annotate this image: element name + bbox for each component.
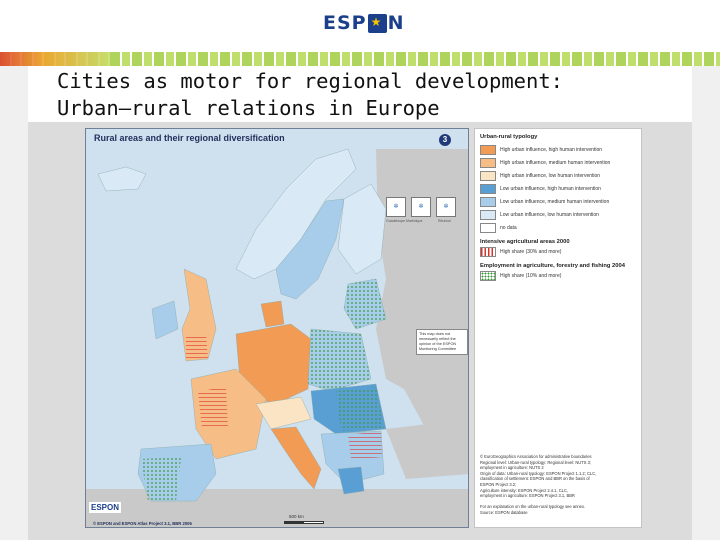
scale-bar	[284, 521, 324, 524]
right-margin	[692, 66, 720, 540]
region-italy	[270, 426, 322, 490]
legend-swatch-dots	[480, 270, 496, 281]
legend-item: High share (30% and more)	[480, 245, 636, 258]
non-espon-land-east	[376, 149, 468, 429]
region-poland-dots	[308, 329, 371, 391]
map-title: Rural areas and their regional diversifi…	[94, 133, 285, 143]
legend-swatch-hatch	[480, 246, 496, 257]
legend-label: no data	[500, 224, 517, 231]
logo-bar: ESP N	[0, 0, 720, 44]
legend-label: Low urban influence, medium human interv…	[500, 198, 610, 205]
legend-item: Low urban influence, high human interven…	[480, 182, 636, 195]
region-bulgaria-hatch	[348, 432, 382, 459]
legend-item: High urban influence, medium human inter…	[480, 156, 636, 169]
map-number-badge: 3	[439, 134, 451, 146]
legend-label: High share (30% and more)	[500, 248, 562, 255]
legend-label: Low urban influence, high human interven…	[500, 185, 601, 192]
slide-title: Cities as motor for regional development…	[57, 68, 563, 122]
inset-caption-2: Réunion	[438, 219, 452, 223]
map-disclaimer: This map does not necessarily reflect th…	[416, 329, 468, 355]
legend-item: High urban influence, high human interve…	[480, 143, 636, 156]
europe-map: Rural areas and their regional diversifi…	[85, 128, 469, 528]
legend-swatch	[480, 222, 496, 233]
map-espon-logo: ESPON	[89, 502, 122, 513]
map-credit: © ESPON and ESPON Atlas Project 3.1, BBR…	[93, 521, 192, 526]
eu-star-icon	[367, 13, 387, 33]
legend-swatch	[480, 157, 496, 168]
region-ireland	[151, 300, 179, 340]
slide-title-line2: Urban–rural relations in Europe	[57, 96, 440, 120]
espon-logo: ESP N	[323, 12, 405, 34]
region-finland	[337, 183, 387, 275]
region-denmark	[260, 300, 285, 328]
legend-sources: © EuroGeographics Association for admini…	[480, 454, 640, 516]
region-gb-hatch	[186, 334, 208, 361]
legend-swatch	[480, 196, 496, 207]
region-iberia-dots	[141, 457, 181, 501]
slide-title-line1: Cities as motor for regional development…	[57, 69, 564, 93]
map-legend: Urban-rural typology High urban influenc…	[474, 128, 642, 528]
legend-item: High urban influence, low human interven…	[480, 169, 636, 182]
left-margin	[0, 66, 28, 540]
logo-text-left: ESP	[323, 12, 367, 34]
legend-item: Low urban influence, low human intervent…	[480, 208, 636, 221]
legend-label: Low urban influence, low human intervent…	[500, 211, 599, 218]
legend-label: High urban influence, low human interven…	[500, 172, 601, 179]
legend-swatch	[480, 183, 496, 194]
legend-label: High share (10% and more)	[500, 272, 562, 279]
legend-item: High share (10% and more)	[480, 269, 636, 282]
legend-label: High urban influence, medium human inter…	[500, 159, 611, 166]
legend-swatch	[480, 170, 496, 181]
decorative-stripe-accent	[0, 52, 110, 66]
inset-map-reunion: ✲	[436, 197, 456, 217]
legend-swatch	[480, 144, 496, 155]
legend-item: Low urban influence, medium human interv…	[480, 195, 636, 208]
region-iceland	[97, 166, 147, 192]
inset-caption-1: Guadeloupe Martinique	[386, 219, 423, 223]
logo-text-right: N	[387, 12, 405, 34]
source-line: Source: ESPON database	[480, 509, 528, 515]
legend-label: High urban influence, high human interve…	[500, 146, 603, 153]
region-france-hatch	[198, 387, 228, 429]
scale-label: 500 km	[289, 514, 304, 519]
legend-item: no data	[480, 221, 636, 234]
inset-map-martinique: ✲	[411, 197, 431, 217]
non-espon-land-turkey	[386, 419, 468, 479]
map-graphic	[86, 148, 468, 527]
legend-employment-heading: Employment in agriculture, forestry and …	[480, 263, 625, 269]
legend-swatch	[480, 209, 496, 220]
region-romania-dots	[336, 387, 384, 431]
inset-map-guadeloupe: ✲	[386, 197, 406, 217]
